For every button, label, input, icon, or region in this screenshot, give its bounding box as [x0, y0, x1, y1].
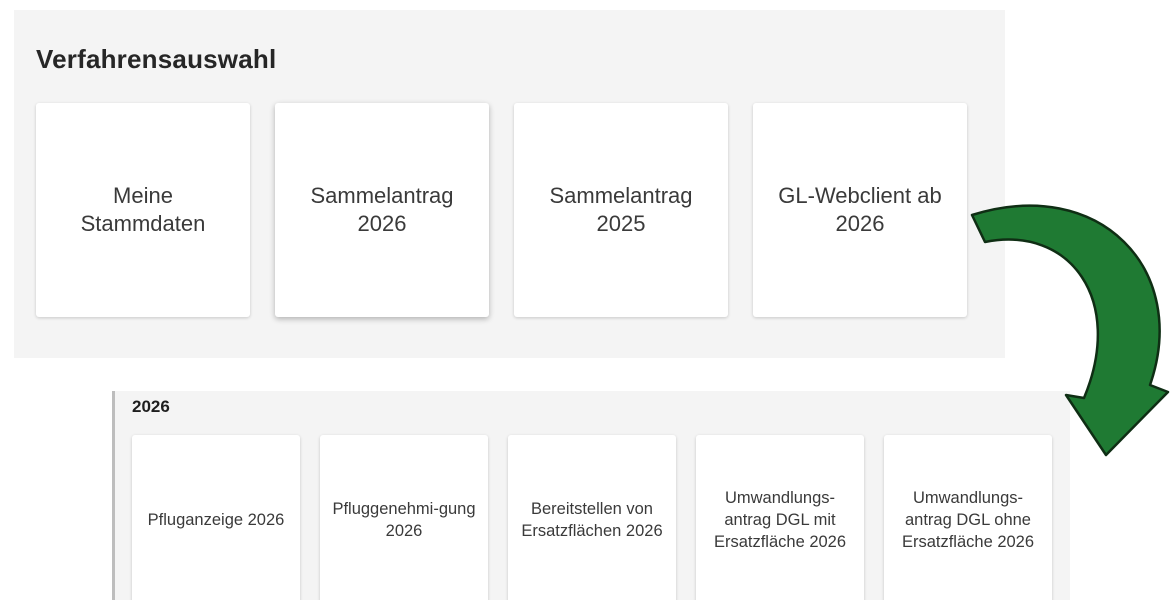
screenshot-root: Verfahrensauswahl Meine Stammdaten Samme…: [0, 0, 1173, 600]
card-sammelantrag-2026[interactable]: Sammelantrag 2026: [275, 103, 489, 317]
card-label: Pfluganzeige 2026: [147, 511, 285, 529]
card-label: Umwandlungs-antrag DGL mit Ersatzfläche …: [713, 489, 847, 551]
card-label: Pfluggenehmi-gung 2026: [332, 500, 476, 540]
card-umwandlungsantrag-dgl-ohne-2026[interactable]: Umwandlungs-antrag DGL ohne Ersatzfläche…: [884, 435, 1052, 600]
card-label: Meine Stammdaten: [80, 183, 206, 236]
panel-divider: [112, 391, 115, 600]
year-2026-panel: 2026 Pfluganzeige 2026 Pfluggenehmi-gung…: [112, 391, 1070, 600]
card-pfluggenehmigung-2026[interactable]: Pfluggenehmi-gung 2026: [320, 435, 488, 600]
card-label: Sammelantrag 2026: [310, 183, 454, 236]
card-label: Umwandlungs-antrag DGL ohne Ersatzfläche…: [901, 489, 1035, 551]
card-pfluganzeige-2026[interactable]: Pfluganzeige 2026: [132, 435, 300, 600]
page-title: Verfahrensauswahl: [36, 44, 277, 74]
card-umwandlungsantrag-dgl-mit-2026[interactable]: Umwandlungs-antrag DGL mit Ersatzfläche …: [696, 435, 864, 600]
card-label: Bereitstellen von Ersatzflächen 2026: [521, 500, 663, 540]
card-label: Sammelantrag 2025: [549, 183, 693, 236]
card-meine-stammdaten[interactable]: Meine Stammdaten: [36, 103, 250, 317]
section-title: 2026: [132, 397, 170, 416]
card-gl-webclient-2026[interactable]: GL-Webclient ab 2026: [753, 103, 967, 317]
procedure-selection-panel: Verfahrensauswahl Meine Stammdaten Samme…: [14, 10, 1005, 358]
card-label: GL-Webclient ab 2026: [778, 183, 942, 236]
card-sammelantrag-2025[interactable]: Sammelantrag 2025: [514, 103, 728, 317]
card-bereitstellen-ersatzflaechen-2026[interactable]: Bereitstellen von Ersatzflächen 2026: [508, 435, 676, 600]
